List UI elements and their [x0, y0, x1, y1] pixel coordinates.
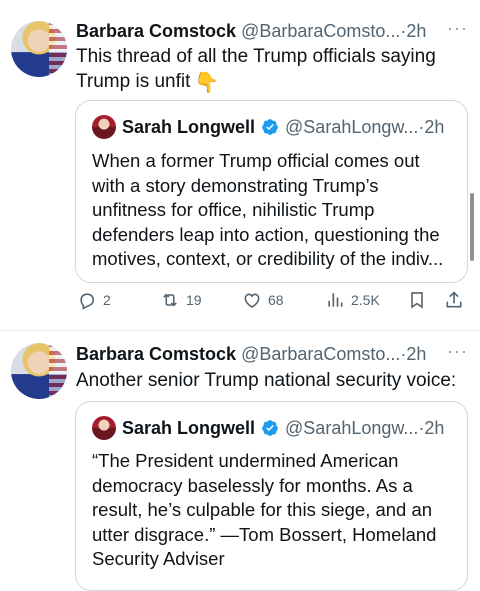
- retweet-button[interactable]: 19: [160, 290, 202, 310]
- author-avatar[interactable]: [11, 343, 67, 399]
- like-count: 68: [268, 292, 284, 308]
- tweet-text: This thread of all the Trump officials s…: [76, 46, 436, 94]
- tweet-header: Barbara Comstock @BarbaraComsto...·2h: [76, 20, 468, 42]
- author-avatar[interactable]: [11, 21, 67, 77]
- share-button[interactable]: [444, 290, 470, 310]
- tweet-text: Another senior Trump national security v…: [76, 370, 457, 391]
- quoted-author-name: Sarah Longwell: [122, 117, 256, 137]
- retweet-count: 19: [186, 292, 202, 308]
- tweet-2[interactable]: Barbara Comstock @BarbaraComsto...·2h ··…: [0, 331, 480, 591]
- quoted-author-handle-time: @SarahLongw...·2h: [285, 117, 445, 137]
- verified-badge-icon: [262, 420, 278, 436]
- quoted-author-name: Sarah Longwell: [122, 418, 256, 438]
- quoted-tweet[interactable]: Sarah Longwell @SarahLongw...·2h When a …: [75, 100, 468, 283]
- retweet-icon: [163, 293, 177, 307]
- quoted-tweet[interactable]: Sarah Longwell @SarahLongw...·2h “The Pr…: [75, 401, 468, 591]
- like-button[interactable]: 68: [242, 290, 284, 310]
- reply-icon: [80, 293, 95, 310]
- quoted-author-handle-time: @SarahLongw...·2h: [285, 418, 445, 438]
- views-button[interactable]: 2.5K: [325, 290, 380, 310]
- share-icon: [446, 291, 462, 308]
- author-handle-time[interactable]: @BarbaraComsto...·2h: [241, 344, 426, 364]
- tweet-1[interactable]: Barbara Comstock @BarbaraComsto...·2h ··…: [0, 0, 480, 330]
- reply-count: 2: [103, 292, 111, 308]
- tweet-actions: 2 19 68 2.5K: [77, 290, 468, 312]
- more-options-icon[interactable]: ···: [447, 18, 468, 39]
- reply-button[interactable]: 2: [77, 290, 111, 310]
- scrollbar[interactable]: [470, 193, 474, 261]
- like-icon: [244, 293, 260, 308]
- views-count: 2.5K: [351, 292, 380, 308]
- bookmark-button[interactable]: [407, 290, 433, 310]
- quoted-tweet-text: “The President undermined American democ…: [92, 450, 437, 569]
- quoted-tweet-header: Sarah Longwell @SarahLongw...·2h: [92, 115, 457, 139]
- pointing-down-emoji: 👇: [194, 72, 220, 94]
- quoted-author-avatar: [92, 115, 116, 139]
- more-options-icon[interactable]: ···: [447, 341, 468, 362]
- author-name[interactable]: Barbara Comstock: [76, 21, 236, 41]
- tweet-header: Barbara Comstock @BarbaraComsto...·2h: [76, 343, 468, 365]
- author-handle-time[interactable]: @BarbaraComsto...·2h: [241, 21, 426, 41]
- bookmark-icon: [411, 292, 423, 309]
- verified-badge-icon: [262, 119, 278, 135]
- views-icon: [328, 293, 343, 307]
- quoted-tweet-text: When a former Trump official comes out w…: [92, 150, 444, 269]
- quoted-tweet-header: Sarah Longwell @SarahLongw...·2h: [92, 416, 457, 440]
- author-name[interactable]: Barbara Comstock: [76, 344, 236, 364]
- quoted-author-avatar: [92, 416, 116, 440]
